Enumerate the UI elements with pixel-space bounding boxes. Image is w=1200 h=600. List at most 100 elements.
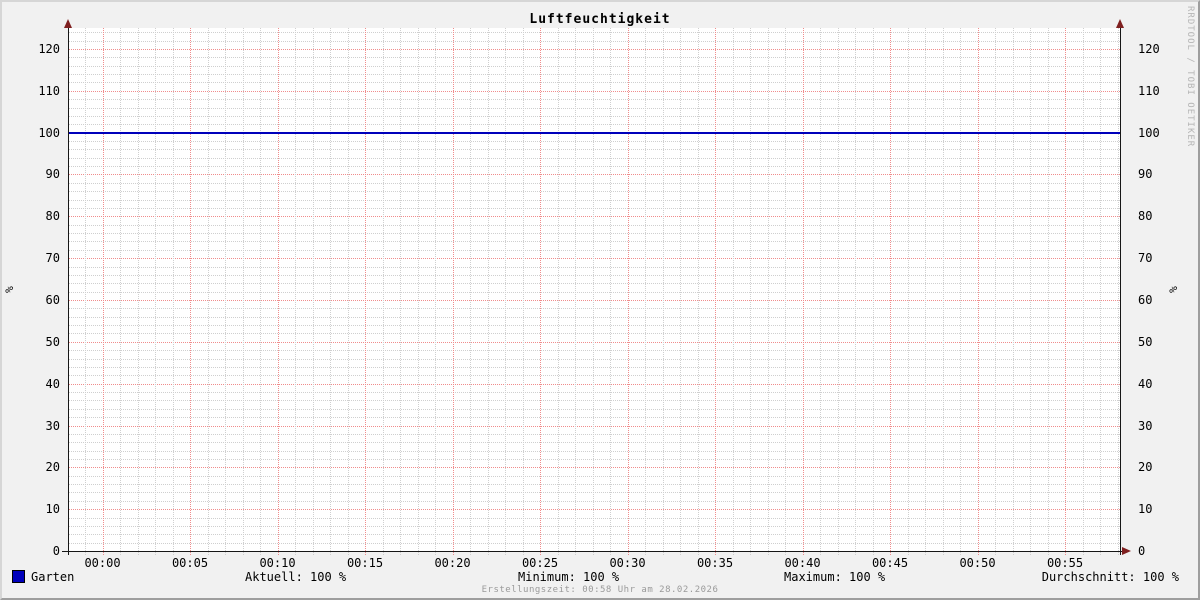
x-tick-label: 00:50 (943, 556, 1013, 570)
minor-vgridline (85, 28, 86, 555)
y-tick-label-right: 80 (1138, 209, 1178, 223)
y-tick-label-left: 10 (20, 502, 60, 516)
plot-canvas (69, 28, 1120, 551)
minor-vgridline (925, 28, 926, 555)
y-axis-unit-left: % (3, 286, 16, 293)
minor-vgridline (960, 28, 961, 555)
minor-vgridline (330, 28, 331, 555)
y-tick-label-left: 100 (20, 126, 60, 140)
x-tick-label: 00:20 (418, 556, 488, 570)
x-tick-label: 00:30 (593, 556, 663, 570)
y-tick-label-right: 90 (1138, 167, 1178, 181)
minor-vgridline (243, 28, 244, 555)
x-tick-label: 00:40 (768, 556, 838, 570)
y-axis-right-arrow-icon (1116, 19, 1124, 28)
minor-vgridline (785, 28, 786, 555)
major-vgridline (628, 28, 629, 555)
minor-vgridline (488, 28, 489, 555)
stat-aktuell: Aktuell: 100 % (245, 570, 346, 584)
minor-vgridline (1030, 28, 1031, 555)
x-tick-label: 00:25 (505, 556, 575, 570)
x-axis-arrow-icon (1122, 547, 1131, 555)
minor-vgridline (943, 28, 944, 555)
major-vgridline (453, 28, 454, 555)
minor-vgridline (348, 28, 349, 555)
minor-vgridline (558, 28, 559, 555)
y-tick-label-right: 10 (1138, 502, 1178, 516)
minor-vgridline (733, 28, 734, 555)
y-tick-label-left: 110 (20, 84, 60, 98)
y-tick-label-left: 60 (20, 293, 60, 307)
legend-color-swatch (12, 570, 25, 583)
minor-vgridline (155, 28, 156, 555)
minor-vgridline (400, 28, 401, 555)
minor-vgridline (435, 28, 436, 555)
minor-vgridline (1013, 28, 1014, 555)
stat-maximum: Maximum: 100 % (784, 570, 885, 584)
legend-series-label: Garten (31, 570, 74, 584)
major-vgridline (540, 28, 541, 555)
minor-vgridline (418, 28, 419, 555)
minor-vgridline (523, 28, 524, 555)
minor-vgridline (313, 28, 314, 555)
y-axis-left-arrow-icon (64, 19, 72, 28)
x-tick-label: 00:05 (155, 556, 225, 570)
minor-vgridline (838, 28, 839, 555)
minor-vgridline (1100, 28, 1101, 555)
y-tick-label-left: 20 (20, 460, 60, 474)
y-tick-label-left: 90 (20, 167, 60, 181)
major-vgridline (803, 28, 804, 555)
major-vgridline (103, 28, 104, 555)
minor-vgridline (120, 28, 121, 555)
minor-vgridline (1083, 28, 1084, 555)
minor-vgridline (208, 28, 209, 555)
x-tick-label: 00:35 (680, 556, 750, 570)
x-tick-label: 00:55 (1030, 556, 1100, 570)
minor-vgridline (383, 28, 384, 555)
major-vgridline (715, 28, 716, 555)
x-tick-label: 00:45 (855, 556, 925, 570)
y-tick-label-right: 50 (1138, 335, 1178, 349)
minor-vgridline (995, 28, 996, 555)
rrdtool-graph: Luftfeuchtigkeit RRDTOOL / TOBI OETIKER … (0, 0, 1200, 600)
y-axis-left (68, 21, 69, 555)
major-vgridline (978, 28, 979, 555)
minor-vgridline (260, 28, 261, 555)
minor-vgridline (505, 28, 506, 555)
y-tick-label-left: 50 (20, 335, 60, 349)
y-tick-label-left: 0 (20, 544, 60, 558)
minor-vgridline (1048, 28, 1049, 555)
y-tick-label-right: 40 (1138, 377, 1178, 391)
minor-vgridline (645, 28, 646, 555)
stat-minimum: Minimum: 100 % (518, 570, 619, 584)
minor-vgridline (470, 28, 471, 555)
y-axis-unit-right: % (1167, 286, 1180, 293)
y-tick-label-right: 30 (1138, 419, 1178, 433)
y-tick-label-right: 120 (1138, 42, 1178, 56)
minor-vgridline (610, 28, 611, 555)
y-tick-label-right: 70 (1138, 251, 1178, 265)
minor-vgridline (820, 28, 821, 555)
y-tick-label-right: 60 (1138, 293, 1178, 307)
major-vgridline (278, 28, 279, 555)
major-vgridline (1065, 28, 1066, 555)
minor-vgridline (173, 28, 174, 555)
major-vgridline (890, 28, 891, 555)
minor-vgridline (680, 28, 681, 555)
minor-vgridline (295, 28, 296, 555)
y-tick-label-right: 110 (1138, 84, 1178, 98)
minor-vgridline (593, 28, 594, 555)
minor-vgridline (698, 28, 699, 555)
minor-vgridline (575, 28, 576, 555)
minor-vgridline (855, 28, 856, 555)
minor-vgridline (908, 28, 909, 555)
minor-vgridline (225, 28, 226, 555)
y-tick-label-left: 40 (20, 377, 60, 391)
graph-title: Luftfeuchtigkeit (2, 12, 1198, 27)
minor-vgridline (1118, 28, 1119, 555)
legend-row: Garten Aktuell: 100 % Minimum: 100 % Max… (2, 570, 1198, 585)
minor-vgridline (873, 28, 874, 555)
y-tick-label-left: 30 (20, 419, 60, 433)
y-tick-label-right: 0 (1138, 544, 1178, 558)
y-tick-label-left: 80 (20, 209, 60, 223)
